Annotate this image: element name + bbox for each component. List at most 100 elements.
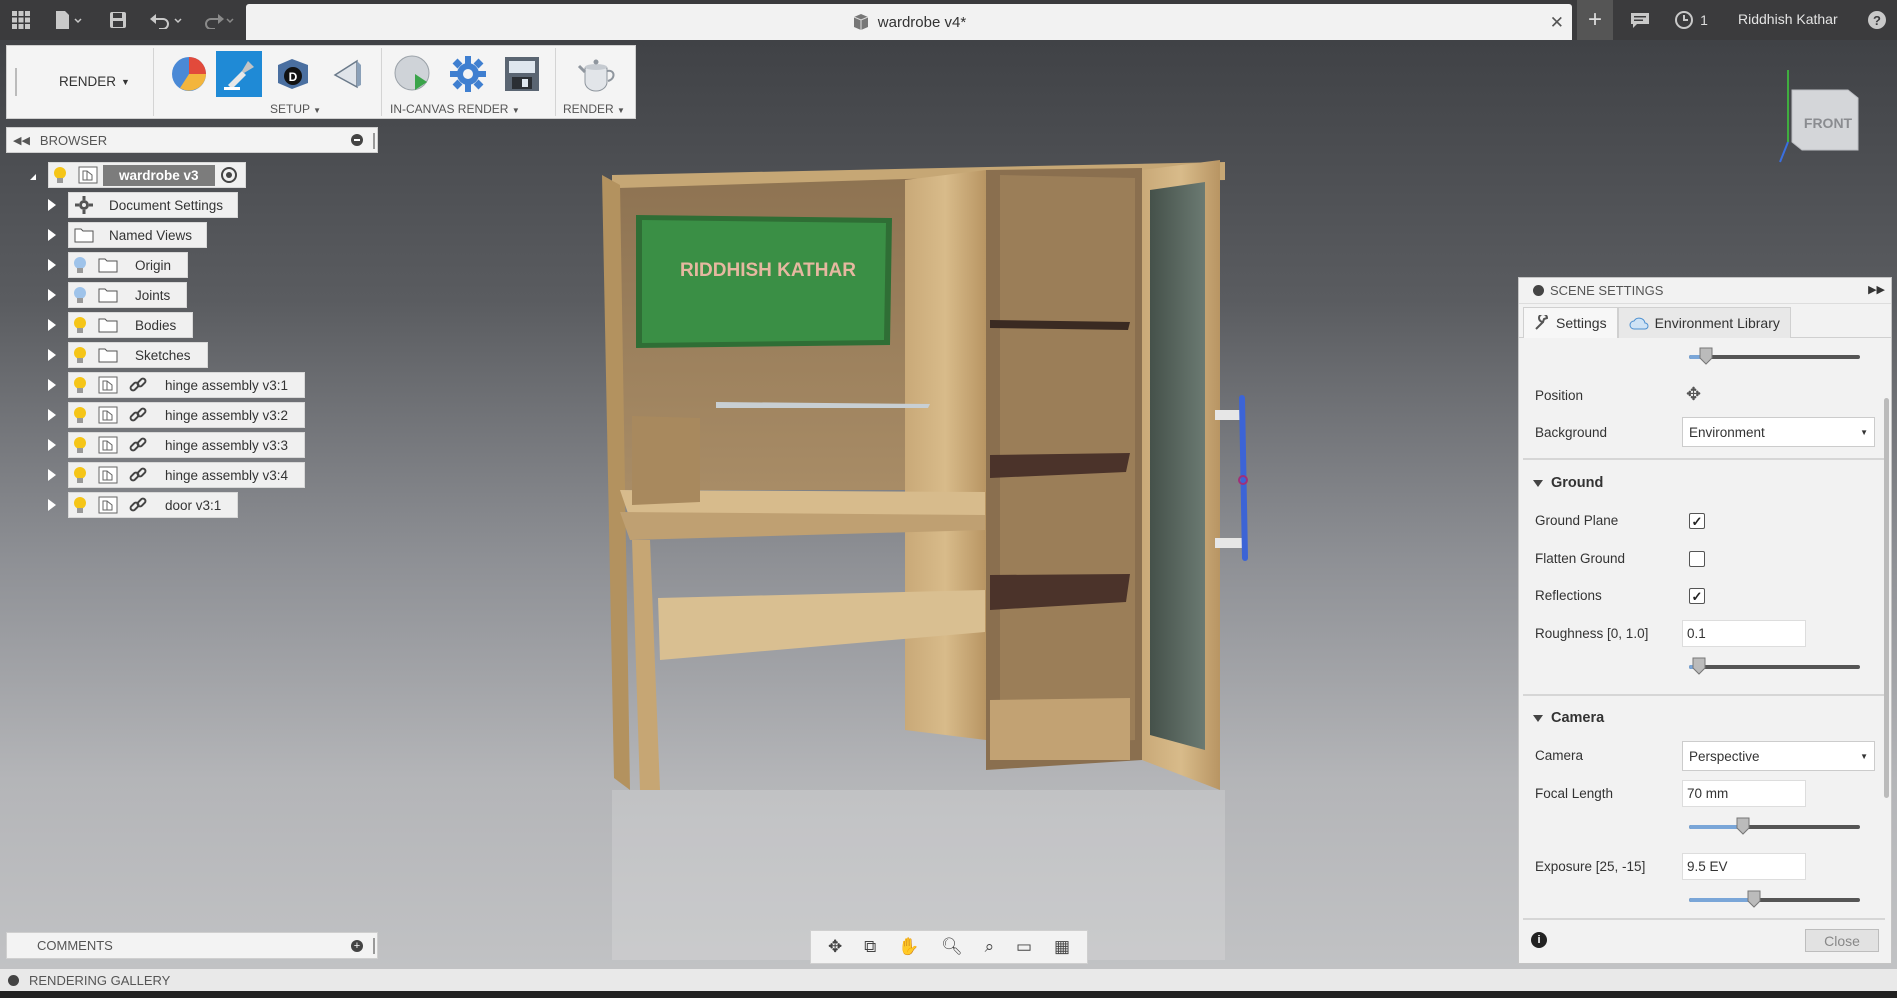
tree-node[interactable]: hinge assembly v3:2 [68,402,306,428]
lightbulb-icon[interactable] [73,466,87,484]
render-group-menu[interactable]: RENDER ▼ [563,102,625,116]
render-settings-button[interactable] [445,51,491,97]
expand-triangle-icon[interactable] [48,349,56,361]
activate-radio-icon[interactable] [220,167,237,183]
tab-settings[interactable]: Settings [1523,307,1618,338]
expand-triangle-icon[interactable] [48,439,56,451]
comments-panel-header[interactable]: COMMENTS + [6,932,378,959]
tree-item[interactable]: Joints [48,282,188,308]
browser-resize-handle[interactable] [373,133,375,149]
render-button[interactable] [575,51,621,97]
gallery-pin-icon[interactable] [8,974,19,986]
scene-settings-header[interactable]: SCENE SETTINGS ▶▶ [1519,278,1891,304]
look-at-icon[interactable]: ⧉ [864,937,876,957]
expand-triangle-icon[interactable] [48,379,56,391]
expand-triangle-icon[interactable] [48,409,56,421]
collapse-triangle-icon[interactable] [30,174,36,180]
setup-group-menu[interactable]: SETUP ▼ [270,102,321,116]
fit-icon[interactable]: ⌕ [985,937,995,957]
comments-resize-handle[interactable] [373,938,375,954]
ground-plane-checkbox[interactable]: ✓ [1689,513,1705,529]
collapse-browser-icon[interactable]: ◀◀ [13,134,30,147]
lightbulb-icon[interactable] [73,496,87,514]
display-settings-icon[interactable]: ▭ [1016,937,1032,957]
tree-node[interactable]: hinge assembly v3:1 [68,372,306,398]
lightbulb-icon[interactable] [73,316,87,334]
tree-node[interactable]: Document Settings [68,192,239,218]
lightbulb-icon[interactable] [73,436,87,454]
tree-item[interactable]: hinge assembly v3:4 [48,462,306,488]
scene-settings-button[interactable] [166,51,212,97]
roughness-slider[interactable] [1689,657,1860,675]
tree-item[interactable]: Sketches [48,342,208,368]
tree-node[interactable]: door v3:1 [68,492,239,518]
toolbar-grip[interactable] [15,68,18,96]
ground-section-toggle[interactable]: Ground [1533,475,1603,491]
browser-pin-icon[interactable] [351,134,363,146]
lightbulb-icon[interactable] [73,346,87,364]
root-node[interactable]: wardrobe v3 [48,162,246,188]
exposure-input[interactable]: 9.5 EV [1682,853,1806,880]
expand-triangle-icon[interactable] [48,289,56,301]
tab-environment-library[interactable]: Environment Library [1617,307,1791,338]
slider-knob[interactable] [1699,347,1713,365]
tree-item[interactable]: door v3:1 [48,492,239,518]
tree-root[interactable]: wardrobe v3 [30,162,246,188]
zoom-icon[interactable]: 🔍︎ [941,937,963,957]
in-canvas-render-group-menu[interactable]: IN-CANVAS RENDER ▼ [390,102,520,116]
decal-button[interactable] [325,51,371,97]
lightbulb-icon[interactable] [53,166,67,184]
tree-item[interactable]: hinge assembly v3:3 [48,432,306,458]
tree-item[interactable]: Origin [48,252,189,278]
lightbulb-icon[interactable] [73,376,87,394]
lightbulb-icon[interactable] [73,286,87,304]
tree-item[interactable]: Named Views [48,222,208,248]
add-comment-icon[interactable]: + [351,940,363,952]
background-dropdown[interactable]: Environment ▼ [1682,417,1875,447]
pan-icon[interactable]: ✋ [898,937,919,957]
close-button[interactable]: Close [1805,929,1879,952]
tree-node[interactable]: hinge assembly v3:3 [68,432,306,458]
exposure-slider[interactable] [1689,890,1860,908]
focal-length-input[interactable]: 70 mm [1682,780,1806,807]
expand-triangle-icon[interactable] [48,229,56,241]
browser-header[interactable]: ◀◀ BROWSER [6,127,378,153]
camera-section-toggle[interactable]: Camera [1533,710,1604,726]
panel-pin-icon[interactable] [1533,285,1544,296]
lightbulb-icon[interactable] [73,256,87,274]
expand-triangle-icon[interactable] [48,499,56,511]
grid-settings-icon[interactable]: ▦ [1054,937,1070,957]
info-icon[interactable]: i [1531,932,1547,948]
focal-length-slider[interactable] [1689,817,1860,835]
slider-knob[interactable] [1692,657,1706,675]
viewcube[interactable]: FRONT [1779,70,1859,163]
flatten-ground-checkbox[interactable] [1689,551,1705,567]
capture-image-button[interactable] [499,51,545,97]
panel-scrollbar[interactable] [1884,398,1889,798]
rendering-gallery-bar[interactable]: RENDERING GALLERY [0,969,1897,991]
expand-panel-icon[interactable]: ▶▶ [1868,283,1885,296]
texture-map-button[interactable]: D [270,51,316,97]
workspace-switcher[interactable]: RENDER ▼ [59,74,130,89]
tree-node[interactable]: hinge assembly v3:4 [68,462,306,488]
appearance-button[interactable] [216,51,262,97]
tree-item[interactable]: Bodies [48,312,194,338]
slider-knob[interactable] [1747,890,1761,908]
expand-triangle-icon[interactable] [48,319,56,331]
expand-triangle-icon[interactable] [48,469,56,481]
expand-triangle-icon[interactable] [48,259,56,271]
tree-item[interactable]: hinge assembly v3:2 [48,402,306,428]
tree-item[interactable]: Document Settings [48,192,239,218]
roughness-input[interactable]: 0.1 [1682,620,1806,647]
tree-item[interactable]: hinge assembly v3:1 [48,372,306,398]
in-canvas-render-button[interactable] [390,51,436,97]
tree-node[interactable]: Sketches [68,342,208,368]
reflections-checkbox[interactable]: ✓ [1689,588,1705,604]
lightbulb-icon[interactable] [73,406,87,424]
tree-node[interactable]: Joints [68,282,188,308]
wardrobe-model[interactable]: RIDDHISH KATHAR [602,160,1248,960]
tree-node[interactable]: Origin [68,252,189,278]
move-position-icon[interactable]: ✥ [1686,384,1701,405]
slider-knob[interactable] [1736,817,1750,835]
orbit-icon[interactable]: ✥ [828,937,842,957]
